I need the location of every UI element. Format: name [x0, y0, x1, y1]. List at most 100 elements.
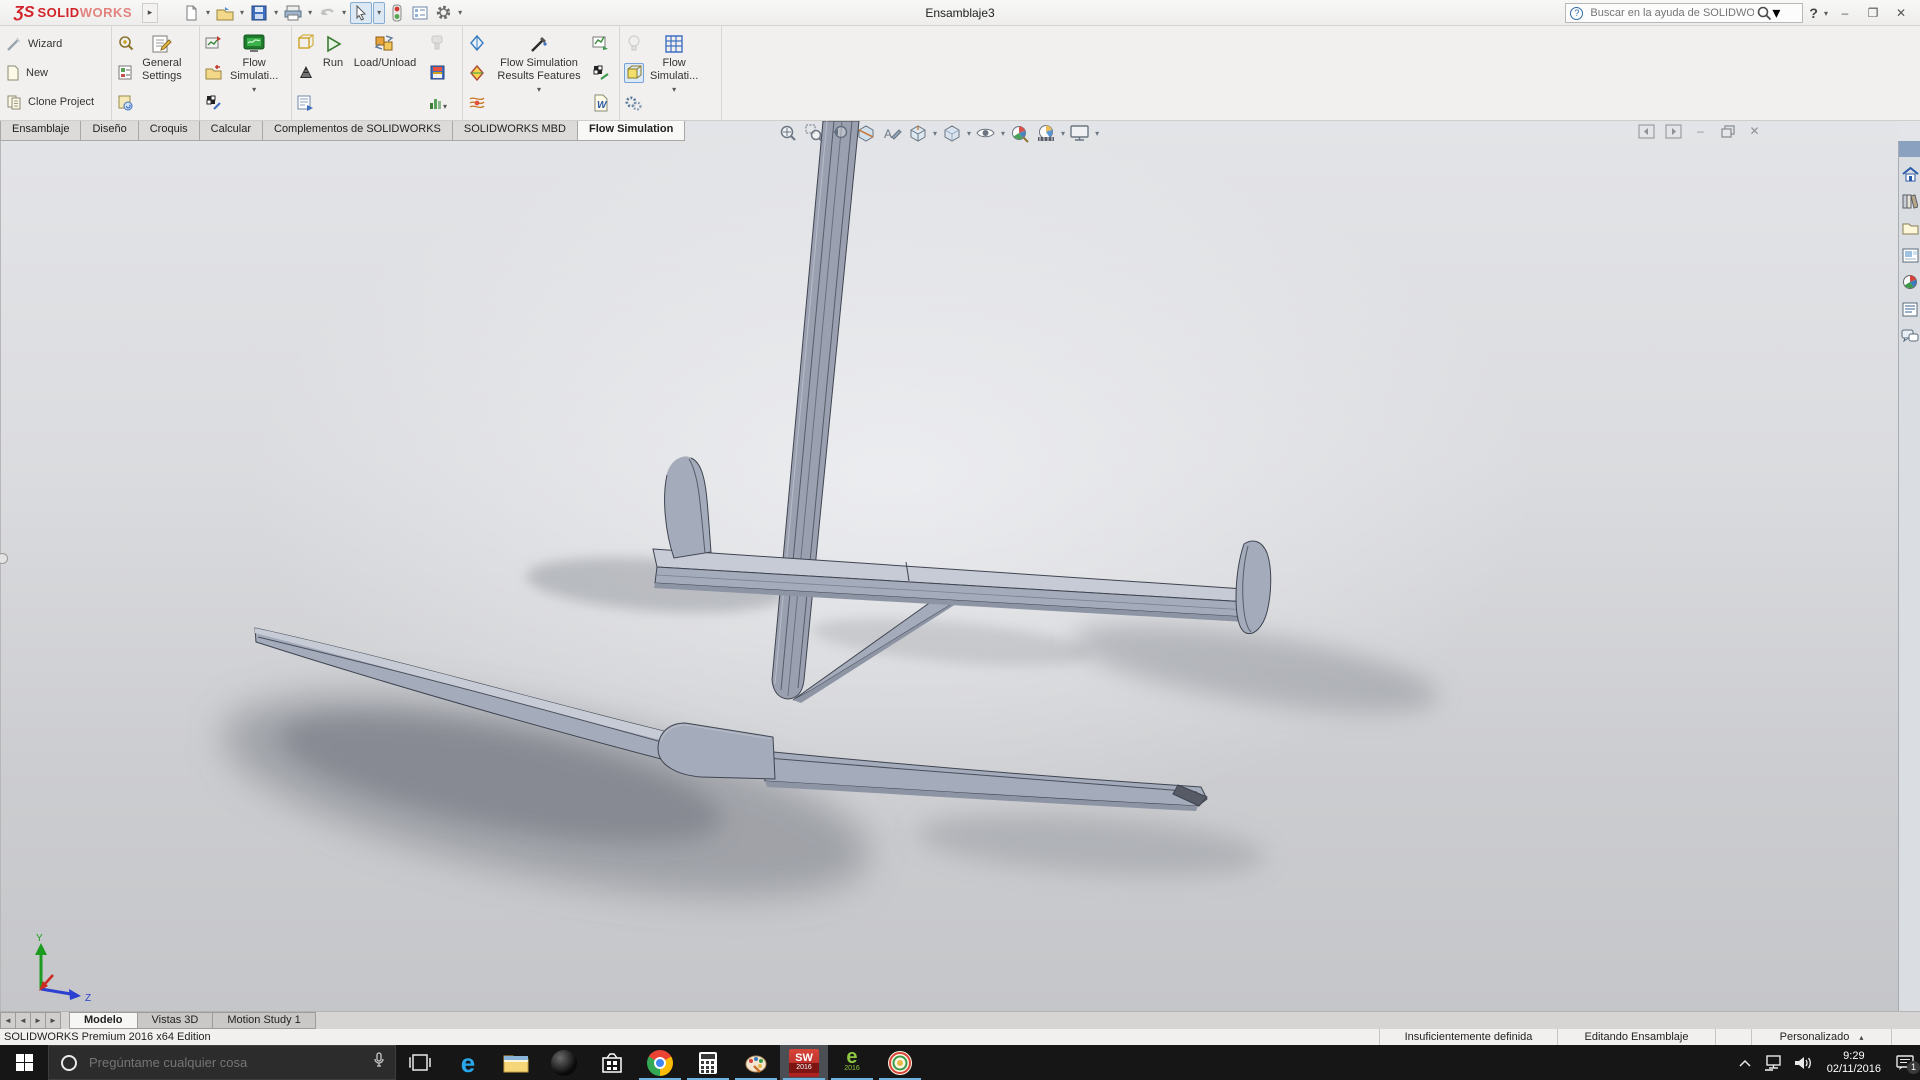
goal-plot-icon[interactable]: [204, 33, 224, 53]
paint-app-icon[interactable]: [732, 1045, 780, 1080]
task-view-button[interactable]: [396, 1045, 444, 1080]
zoom-to-area-icon[interactable]: [802, 122, 826, 144]
clone-project-button[interactable]: Clone Project: [0, 92, 100, 112]
batch-run-icon[interactable]: [204, 93, 224, 113]
mast[interactable]: [772, 121, 859, 699]
network-icon[interactable]: [1763, 1055, 1785, 1071]
restore-button[interactable]: ❐: [1862, 6, 1884, 20]
store-app-icon[interactable]: [588, 1045, 636, 1080]
flow-simulation-results-features-button[interactable]: Flow Simulation Results Features ▾: [489, 31, 589, 94]
previous-view-icon[interactable]: [828, 122, 852, 144]
solidworks-app-icon[interactable]: SW 2016: [780, 1045, 828, 1080]
results-summary-icon[interactable]: ▾: [428, 93, 448, 113]
rebuild-icon[interactable]: [116, 93, 136, 113]
select-tool-icon[interactable]: [350, 2, 372, 24]
help-dropdown[interactable]: ▾: [1824, 9, 1828, 18]
wizard-button[interactable]: Wizard: [0, 34, 100, 54]
component-control-icon[interactable]: [116, 33, 136, 53]
flow-simulation-display-button[interactable]: Flow Simulati... ▾: [646, 31, 702, 94]
run-button[interactable]: Run: [318, 31, 348, 70]
cut-plot-icon[interactable]: [467, 33, 487, 53]
tab-calcular[interactable]: Calcular: [199, 121, 263, 141]
select-dropdown[interactable]: ▾: [373, 2, 385, 24]
tab-diseno[interactable]: Diseño: [80, 121, 138, 141]
doc-restore-icon[interactable]: [1719, 123, 1736, 139]
display-gears-icon[interactable]: [624, 93, 644, 113]
flow-trajectories-icon[interactable]: [467, 93, 487, 113]
calculator-app-icon[interactable]: [684, 1045, 732, 1080]
flow-display-dropdown[interactable]: ▾: [672, 85, 676, 94]
microphone-icon[interactable]: [373, 1052, 385, 1073]
tab-next-button[interactable]: ►: [30, 1012, 46, 1029]
edrawings-app-icon[interactable]: e 2016: [828, 1045, 876, 1080]
undo-dropdown[interactable]: ▾: [339, 8, 349, 17]
minimize-button[interactable]: –: [1834, 6, 1856, 20]
goal-plot-results-icon[interactable]: [591, 33, 611, 53]
home-icon[interactable]: [1900, 164, 1920, 184]
mesh-settings-icon[interactable]: [296, 63, 316, 83]
general-settings-button[interactable]: General Settings: [138, 31, 186, 83]
help-search-input[interactable]: [1588, 6, 1756, 20]
fuselage[interactable]: [658, 723, 775, 779]
collapse-left-pane-icon[interactable]: [1638, 123, 1655, 139]
cortana-search-box[interactable]: [48, 1045, 396, 1080]
hide-show-dropdown[interactable]: ▾: [1001, 129, 1005, 138]
dark-browser-app-icon[interactable]: [540, 1045, 588, 1080]
tab-croquis[interactable]: Croquis: [138, 121, 200, 141]
annotation-views-icon[interactable]: A: [880, 122, 904, 144]
display-style-dropdown[interactable]: ▾: [967, 129, 971, 138]
edit-appearance-icon[interactable]: [1008, 122, 1032, 144]
open-icon[interactable]: [214, 2, 236, 24]
flow-project-dropdown[interactable]: ▾: [252, 85, 256, 94]
custom-properties-icon[interactable]: [1900, 299, 1920, 319]
units-profile-selector[interactable]: Personalizado ▴: [1751, 1029, 1891, 1045]
tab-motion-study-1[interactable]: Motion Study 1: [212, 1012, 315, 1029]
tab-vistas-3d[interactable]: Vistas 3D: [137, 1012, 214, 1029]
help-button[interactable]: ?: [1809, 5, 1818, 21]
doc-minimize-icon[interactable]: –: [1692, 123, 1709, 139]
flow-simulation-project-button[interactable]: Flow Simulati... ▾: [226, 31, 282, 94]
volume-icon[interactable]: [1792, 1055, 1814, 1071]
view-orientation-dropdown[interactable]: ▾: [933, 129, 937, 138]
task-pane-header[interactable]: [1899, 141, 1920, 157]
display-style-icon[interactable]: [940, 122, 964, 144]
scenario-results-icon[interactable]: [591, 63, 611, 83]
settings-dropdown[interactable]: ▾: [455, 8, 465, 17]
view-palette-icon[interactable]: [1900, 245, 1920, 265]
new-project-button[interactable]: New: [0, 63, 100, 83]
design-library-icon[interactable]: [1900, 191, 1920, 211]
cortana-search-input[interactable]: [87, 1054, 373, 1071]
open-dropdown[interactable]: ▾: [237, 8, 247, 17]
close-button[interactable]: ✕: [1890, 6, 1912, 20]
calculation-control-icon[interactable]: [296, 93, 316, 113]
search-magnifier-icon[interactable]: [1756, 5, 1772, 21]
chrome-app-icon[interactable]: [636, 1045, 684, 1080]
help-search-box[interactable]: ? ▾: [1565, 3, 1803, 23]
view-settings-dropdown[interactable]: ▾: [1095, 129, 1099, 138]
tray-chevron-icon[interactable]: [1734, 1059, 1756, 1067]
hide-show-items-icon[interactable]: [974, 122, 998, 144]
tab-complementos[interactable]: Complementos de SOLIDWORKS: [262, 121, 453, 141]
save-dropdown[interactable]: ▾: [271, 8, 281, 17]
tab-last-button[interactable]: ►: [45, 1012, 61, 1029]
view-orientation-icon[interactable]: [906, 122, 930, 144]
save-results-icon[interactable]: [428, 63, 448, 83]
forum-icon[interactable]: [1900, 326, 1920, 346]
graphics-viewport[interactable]: A ▾ ▾ ▾ ▾ ▾: [0, 121, 1898, 1011]
collapse-right-pane-icon[interactable]: [1665, 123, 1682, 139]
doc-close-icon[interactable]: ✕: [1746, 123, 1763, 139]
edge-app-icon[interactable]: e: [444, 1045, 492, 1080]
search-scope-dropdown[interactable]: ▾: [1772, 3, 1780, 23]
action-center-icon[interactable]: 1: [1894, 1055, 1916, 1071]
tab-flow-simulation[interactable]: Flow Simulation: [577, 121, 685, 141]
new-document-icon[interactable]: [180, 2, 202, 24]
computational-domain-icon[interactable]: [296, 33, 316, 53]
rear-wing[interactable]: [653, 549, 1248, 622]
selection-filter-icon[interactable]: [386, 2, 408, 24]
tab-solidworks-mbd[interactable]: SOLIDWORKS MBD: [452, 121, 578, 141]
report-word-icon[interactable]: W: [591, 93, 611, 113]
tab-prev-button[interactable]: ◄: [15, 1012, 31, 1029]
results-features-dropdown[interactable]: ▾: [537, 85, 541, 94]
taskbar-clock[interactable]: 9:29 02/11/2016: [1821, 1050, 1887, 1076]
menu-flyout-arrow[interactable]: ▸: [142, 3, 158, 23]
